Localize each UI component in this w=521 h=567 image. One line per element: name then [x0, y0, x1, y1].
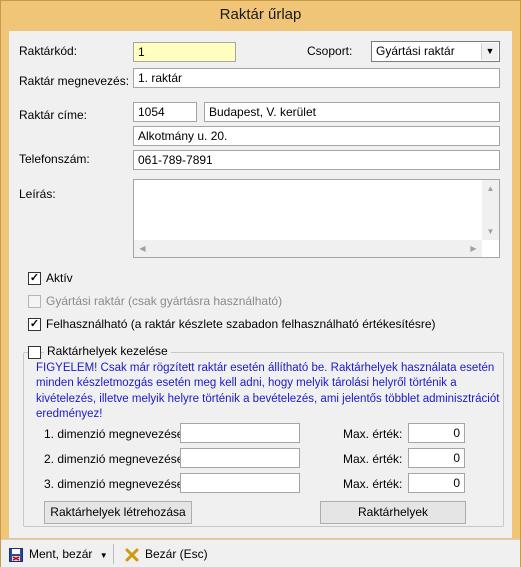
phone-input[interactable]: 061-789-7891 — [133, 150, 500, 170]
dim2-max-input[interactable]: 0 — [408, 448, 465, 468]
dim3-max-label: Max. érték: — [343, 477, 403, 491]
dim1-max-label: Max. érték: — [343, 427, 403, 441]
zip-input[interactable]: 1054 — [133, 102, 197, 122]
locations-warning: FIGYELEM! Csak már rögzített raktár eset… — [36, 361, 501, 422]
close-button[interactable]: Bezár (Esc) — [125, 544, 208, 564]
group-label: Csoport: — [307, 44, 353, 58]
dim3-label: 3. dimenzió megnevezése: — [44, 477, 187, 491]
manage-locations-label[interactable]: Raktárhelyek kezelése — [44, 344, 171, 358]
description-label: Leírás: — [19, 187, 56, 201]
dim1-max-input[interactable]: 0 — [408, 423, 465, 443]
warning-line: kivételezés, illetve melyik helyre törté… — [36, 392, 500, 405]
save-close-icon — [9, 547, 23, 562]
usable-checkbox[interactable]: ✓ — [28, 318, 41, 331]
street-input[interactable]: Alkotmány u. 20. — [133, 126, 500, 146]
production-label[interactable]: Gyártási raktár (csak gyártásra használh… — [46, 294, 282, 308]
description-horizontal-scrollbar[interactable]: ◀ ▶ — [134, 240, 482, 257]
scroll-right-icon[interactable]: ▶ — [465, 240, 482, 257]
address-label: Raktár címe: — [19, 108, 88, 122]
create-locations-button[interactable]: Raktárhelyek létrehozása — [44, 501, 192, 524]
group-select[interactable]: Gyártási raktár ▼ — [371, 41, 500, 62]
dim1-input[interactable] — [180, 423, 300, 443]
scroll-down-icon[interactable]: ▼ — [482, 223, 499, 240]
close-x-icon — [125, 548, 139, 562]
active-checkbox[interactable]: ✓ — [28, 272, 41, 285]
manage-locations-checkbox[interactable] — [28, 346, 41, 359]
dim2-label: 2. dimenzió megnevezése: — [44, 452, 187, 466]
name-input[interactable]: 1. raktár — [133, 68, 500, 88]
locations-button[interactable]: Raktárhelyek — [320, 501, 466, 524]
warning-line: FIGYELEM! Csak már rögzített raktár eset… — [36, 362, 495, 374]
chevron-down-icon[interactable]: ▼ — [481, 43, 498, 60]
dropdown-arrow-icon[interactable]: ▼ — [100, 551, 108, 560]
dim3-input[interactable] — [180, 473, 300, 493]
window: Raktár űrlap Raktárkód: 1 Csoport: Gyárt… — [0, 0, 521, 567]
save-close-label: Ment, bezár — [29, 547, 93, 561]
active-label[interactable]: Aktív — [46, 271, 73, 285]
dim2-input[interactable] — [180, 448, 300, 468]
save-close-button[interactable]: Ment, bezár ▼ — [9, 544, 108, 564]
description-textarea[interactable]: ▲ ▼ ◀ ▶ — [133, 179, 500, 258]
warning-line: eredményez! — [36, 407, 103, 420]
code-label: Raktárkód: — [19, 44, 78, 58]
warning-line: minden készletmozgás esetén meg kell adn… — [36, 377, 457, 390]
usable-label[interactable]: Felhasználható (a raktár készlete szabad… — [46, 317, 436, 331]
phone-label: Telefonszám: — [19, 152, 90, 166]
dim2-max-label: Max. érték: — [343, 452, 403, 466]
dim3-max-input[interactable]: 0 — [408, 473, 465, 493]
name-label: Raktár megnevezés: — [19, 74, 130, 88]
scroll-up-icon[interactable]: ▲ — [482, 180, 499, 197]
production-checkbox[interactable] — [28, 295, 41, 308]
bottom-toolbar: Ment, bezár ▼ Bezár (Esc) — [1, 539, 520, 567]
dim1-label: 1. dimenzió megnevezése: — [44, 427, 187, 441]
scroll-left-icon[interactable]: ◀ — [134, 240, 151, 257]
close-label: Bezár (Esc) — [145, 547, 208, 561]
description-vertical-scrollbar[interactable]: ▲ ▼ — [482, 180, 499, 240]
city-input[interactable]: Budapest, V. kerület — [204, 102, 500, 122]
group-select-value: Gyártási raktár — [376, 44, 455, 58]
code-input[interactable]: 1 — [133, 42, 236, 62]
form-client-area: Raktárkód: 1 Csoport: Gyártási raktár ▼ … — [9, 31, 512, 538]
toolbar-separator — [113, 544, 114, 564]
window-title: Raktár űrlap — [219, 6, 302, 23]
